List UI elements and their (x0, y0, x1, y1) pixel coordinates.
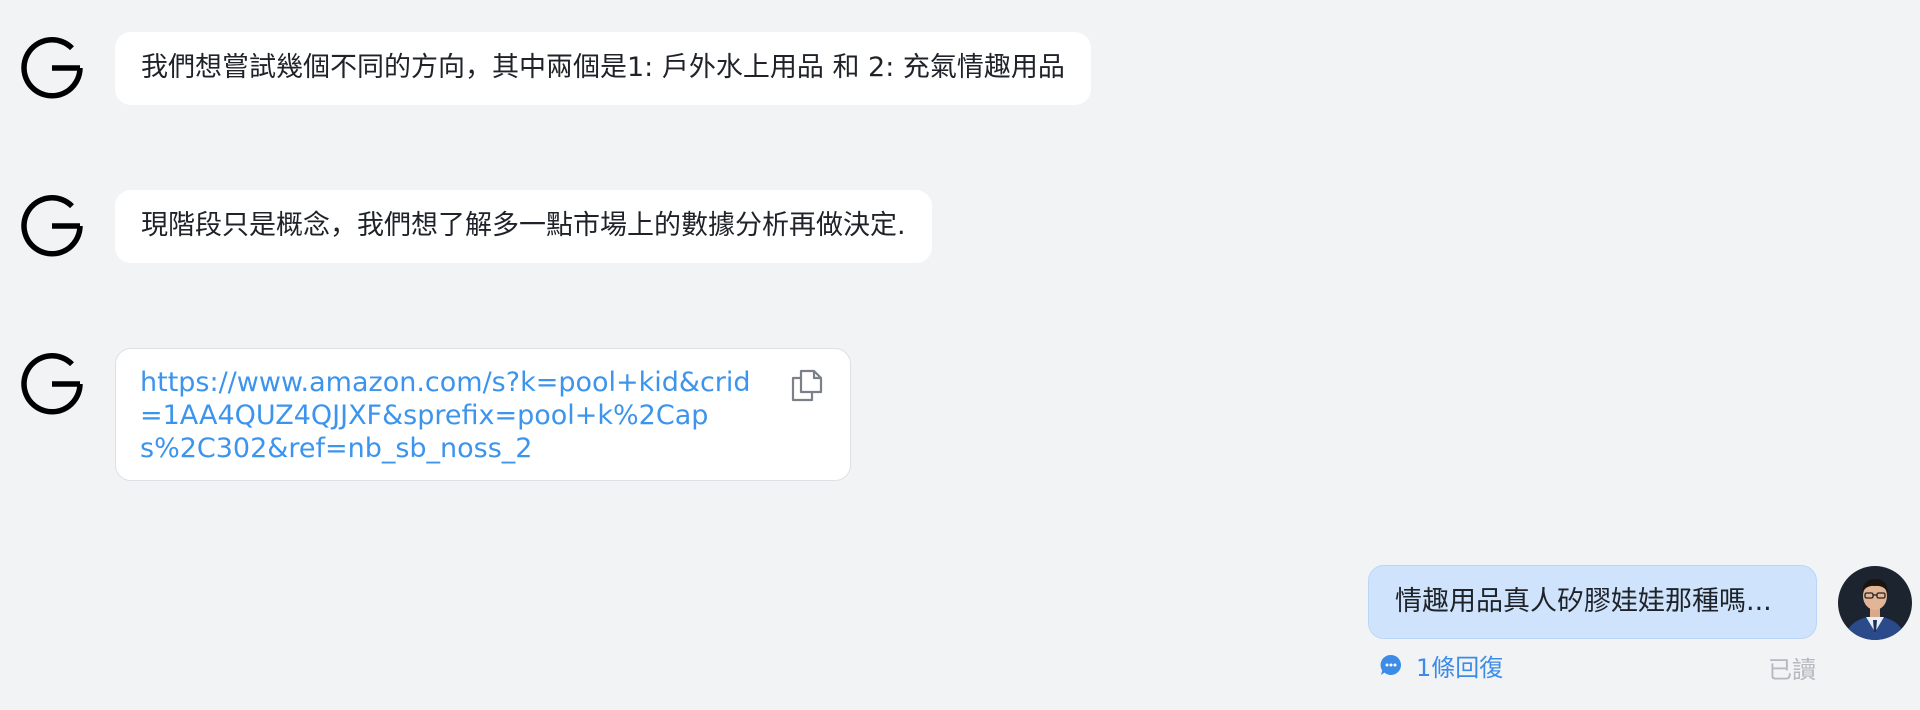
chat-bubble-icon (1380, 654, 1402, 676)
message-text: 情趣用品真人矽膠娃娃那種嗎... (1395, 586, 1772, 617)
link-line: https://www.amazon.com/s?k=pool+kid&crid (140, 367, 751, 398)
sender-avatar-icon[interactable] (18, 34, 86, 102)
sender-avatar-icon[interactable] (18, 350, 86, 418)
thread-reply-link[interactable]: 1條回復 (1380, 648, 1503, 682)
link-message-bubble: https://www.amazon.com/s?k=pool+kid&crid… (115, 348, 851, 481)
own-message-bubble: 情趣用品真人矽膠娃娃那種嗎... (1368, 565, 1817, 639)
message-bubble: 現階段只是概念，我們想了解多一點市場上的數據分析再做決定. (115, 190, 932, 263)
reply-count-label: 1條回復 (1416, 653, 1504, 682)
user-avatar[interactable] (1838, 566, 1912, 640)
read-status: 已讀 (1768, 656, 1816, 684)
copy-icon[interactable] (790, 367, 824, 403)
message-text: 現階段只是概念，我們想了解多一點市場上的數據分析再做決定. (141, 210, 906, 241)
link-line: =1AA4QUZ4QJJXF&sprefix=pool+k%2Cap (140, 400, 709, 431)
sender-avatar-icon[interactable] (18, 192, 86, 260)
link-line: s%2C302&ref=nb_sb_noss_2 (140, 433, 533, 464)
message-bubble: 我們想嘗試幾個不同的方向，其中兩個是1: 戶外水上用品 和 2: 充氣情趣用品 (115, 32, 1091, 105)
message-link[interactable]: https://www.amazon.com/s?k=pool+kid&crid… (140, 366, 826, 465)
message-text: 我們想嘗試幾個不同的方向，其中兩個是1: 戶外水上用品 和 2: 充氣情趣用品 (141, 52, 1065, 83)
